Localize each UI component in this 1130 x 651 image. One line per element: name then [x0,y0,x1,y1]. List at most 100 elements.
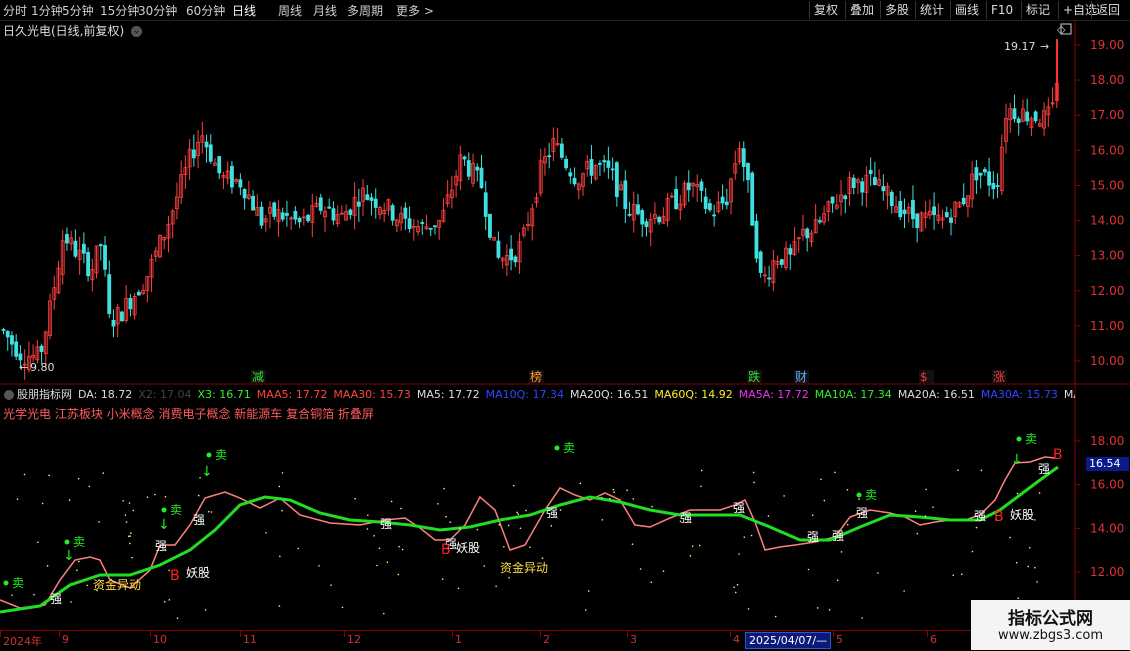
dot [612,488,615,491]
candle [466,160,471,177]
candle [369,197,374,201]
candle [428,227,433,230]
candle [644,221,649,228]
indicator-name[interactable]: 股朋指标网 [17,388,72,401]
dot [70,601,72,603]
dot [550,525,553,527]
candle [373,198,378,208]
candle [788,248,793,255]
dot [980,469,983,472]
dot [367,514,369,516]
low-price-label: 9.80 [30,361,55,374]
dot [125,521,128,523]
dot [1036,581,1038,583]
dot [1028,546,1031,549]
cursor-date: 2025/04/07/— [745,632,832,649]
dot [400,507,402,510]
dot [508,576,510,579]
sell-signal-5: 卖 [865,488,877,502]
dot [698,544,701,547]
candle [390,205,395,221]
dot [541,557,544,560]
candle [779,259,784,265]
dot [354,497,356,500]
strong-signal-2: 强 [193,513,205,527]
date-label-7: 3 [630,633,637,646]
dot [914,510,917,512]
collapse-icon[interactable] [4,390,14,400]
dot [441,578,444,580]
candle [285,212,289,216]
candle [1033,111,1038,122]
indicator-value-10: MA10A: 17.34 [814,388,892,401]
dot [823,499,826,502]
dot [519,527,522,530]
dot [88,485,91,488]
date-tick [240,631,241,637]
sell-dot [161,507,167,513]
dot [1009,536,1011,539]
dot [529,546,531,549]
price-label-8: 11.00 [1090,319,1124,333]
candle [39,345,44,353]
dot [601,518,604,521]
candle [720,196,725,204]
candle [767,277,772,280]
dot [437,502,439,505]
dot [1034,519,1036,521]
dot [512,484,515,487]
candle [14,341,19,357]
dot [77,477,80,480]
candle [602,160,607,163]
sell-dot [3,580,9,586]
dot [366,528,369,530]
indicator-value-0: DA: 18.72 [78,388,133,401]
kline-chart[interactable]: 19.00 18.00 17.00 16.00 15.00 14.00 13.00 12.00… [0,0,1130,650]
dot [651,505,653,508]
strong-signal-11: 强 [974,509,986,523]
candle [746,162,750,181]
down-arrow-icon: ↓ [201,464,213,480]
dot [783,495,785,497]
date-label-3: 11 [243,633,257,646]
dot [584,609,587,611]
dot [971,550,974,553]
dot [525,509,527,512]
dot [397,573,400,576]
dot [750,534,753,537]
strong-signal-3: 强 [380,517,392,531]
price-label-3: 16.00 [1090,143,1124,157]
candle [403,207,408,219]
candle [191,149,196,159]
sell-dot [1016,436,1022,442]
candle [513,256,518,263]
dot [975,526,978,529]
candle [475,166,480,171]
dot [449,521,452,523]
candle [944,212,949,218]
candle [758,251,763,273]
candle [208,144,213,162]
dot [861,617,863,619]
dot [154,493,156,496]
candle [699,181,704,191]
sell-dot [206,452,212,458]
candle [843,195,848,200]
candle [606,160,611,168]
dot [738,553,740,555]
date-tick [344,631,345,637]
dot [459,527,461,530]
dot [130,532,132,534]
indicator-value-7: MA20Q: 16.51 [569,388,649,401]
candle [851,177,856,189]
candle [1025,111,1030,122]
candle [991,183,996,190]
dot [386,561,389,564]
date-label-4: 12 [347,633,361,646]
candle [902,209,907,215]
demon-label-2: 妖股 [1010,508,1034,522]
candle [974,167,979,181]
candle [724,201,729,206]
down-arrow-icon: ↓ [63,548,75,564]
dot [378,547,381,550]
